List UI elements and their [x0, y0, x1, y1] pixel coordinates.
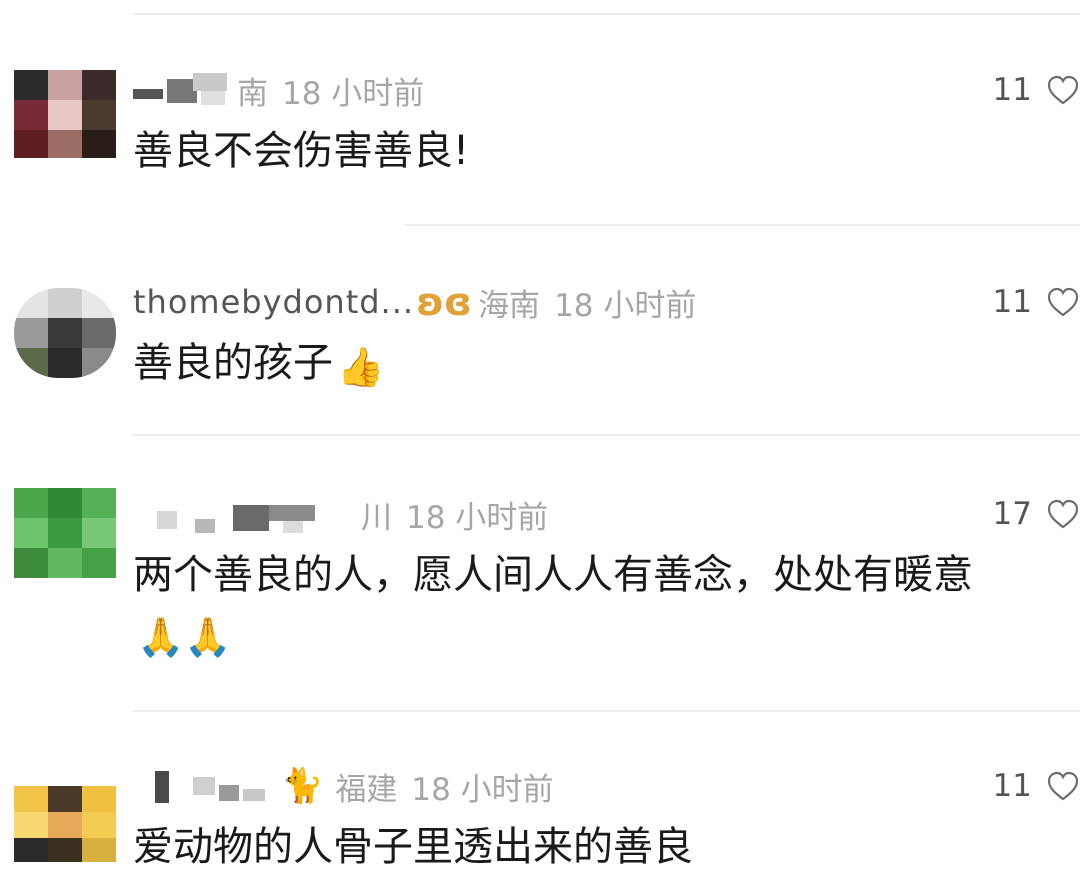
comment-username[interactable]: thomebydontd...	[133, 283, 414, 321]
comment-text-body: 爱动物的人骨子里透出来的善良	[133, 824, 693, 870]
thumbs-up-emoji: 👍	[337, 345, 385, 389]
avatar[interactable]	[14, 288, 116, 378]
like-count: 11	[992, 768, 1032, 804]
like-count: 17	[992, 496, 1032, 532]
comment-meta: thomebydontd... ʚɞ 海南 18 小时前	[133, 280, 696, 324]
praying-hands-emoji: 🙏🙏	[137, 615, 232, 659]
heart-outline-icon[interactable]	[1046, 286, 1080, 318]
like-control[interactable]: 11	[993, 280, 1080, 324]
comment-text-body: 两个善良的人，愿人间人人有善念，处处有暖意	[133, 552, 973, 598]
comment-text-body: 善良不会伤害善良!	[133, 128, 470, 174]
comment-text: 爱动物的人骨子里透出来的善良	[133, 818, 1053, 876]
comment-text-body: 善良的孩子	[133, 340, 333, 386]
avatar[interactable]	[14, 488, 116, 578]
comment-item: 南 18 小时前 善良不会伤害善良! 11	[0, 0, 1080, 224]
comment-time: 18 小时前	[411, 771, 554, 808]
comment-time: 18 小时前	[554, 287, 697, 324]
comment-time: 18 小时前	[406, 499, 549, 536]
comment-meta: 南 18 小时前	[133, 68, 424, 112]
comment-item: thomebydontd... ʚɞ 海南 18 小时前 善良的孩子 👍 11	[0, 224, 1080, 434]
comment-location: 福建	[335, 771, 398, 808]
like-count: 11	[992, 72, 1032, 108]
heart-outline-icon[interactable]	[1046, 498, 1080, 530]
username-redacted[interactable]	[133, 769, 273, 803]
username-redacted[interactable]	[133, 73, 229, 107]
comment-location: 海南	[478, 287, 541, 324]
like-count: 11	[992, 284, 1032, 320]
heart-outline-icon[interactable]	[1046, 74, 1080, 106]
comment-text: 善良不会伤害善良!	[133, 122, 1053, 180]
username-redacted[interactable]	[133, 497, 333, 533]
comment-text: 两个善良的人，愿人间人人有善念，处处有暖意 🙏🙏	[133, 546, 1053, 666]
avatar[interactable]	[14, 70, 116, 158]
comment-item: 川 18 小时前 两个善良的人，愿人间人人有善念，处处有暖意 🙏🙏 17	[0, 434, 1080, 710]
like-control[interactable]: 11	[993, 68, 1080, 112]
like-control[interactable]: 17	[993, 492, 1080, 536]
comment-text: 善良的孩子 👍	[133, 334, 1053, 396]
heart-outline-icon[interactable]	[1046, 770, 1080, 802]
comment-time: 18 小时前	[282, 75, 425, 112]
cat-badge-icon: 🐈	[281, 766, 324, 806]
comment-meta: 🐈 福建 18 小时前	[133, 764, 554, 808]
avatar[interactable]	[14, 786, 116, 862]
comment-location: 川	[361, 499, 392, 536]
butterfly-badge-icon: ʚɞ	[416, 280, 472, 324]
comment-item: 🐈 福建 18 小时前 爱动物的人骨子里透出来的善良 11	[0, 710, 1080, 874]
comment-location: 南	[237, 75, 268, 112]
comment-meta: 川 18 小时前	[133, 492, 548, 536]
like-control[interactable]: 11	[993, 764, 1080, 808]
